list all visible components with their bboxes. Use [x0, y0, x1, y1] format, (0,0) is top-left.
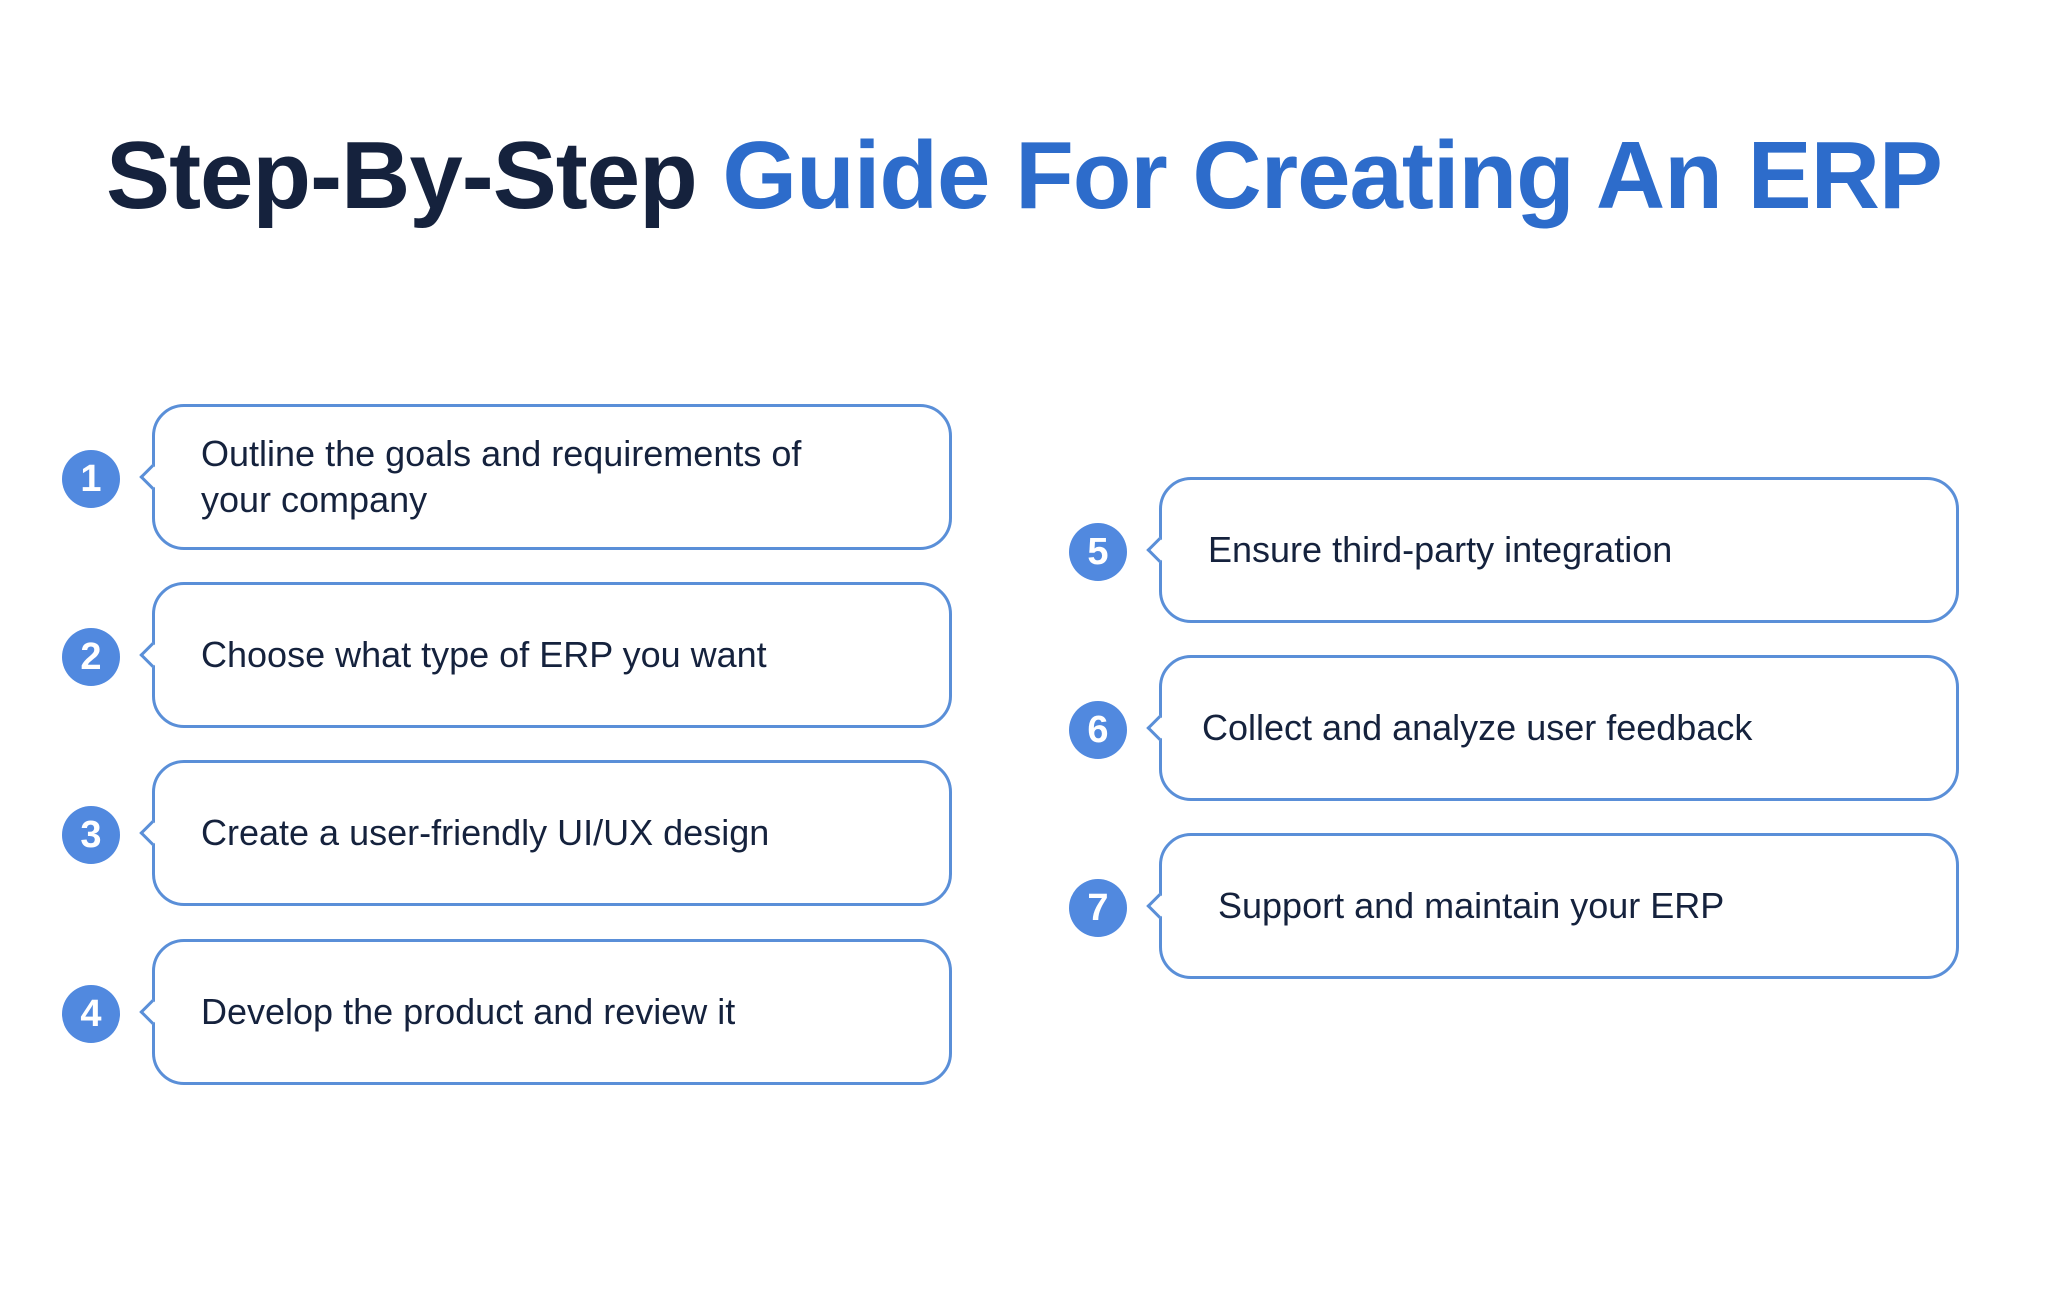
step-number-badge: 6 — [1069, 701, 1127, 759]
step-text: Support and maintain your ERP — [1218, 885, 1725, 926]
step-text: Outline the goals and requirements of yo… — [201, 433, 802, 520]
page-title: Step-By-Step Guide For Creating An ERP — [0, 128, 2048, 224]
step-box: Ensure third-party integration — [1146, 477, 1959, 623]
step-box: Choose what type of ERP you want — [139, 582, 952, 728]
step-number-badge: 7 — [1069, 879, 1127, 937]
step-text: Ensure third-party integration — [1208, 529, 1673, 570]
step-text: Develop the product and review it — [201, 991, 736, 1032]
step-number-badge: 5 — [1069, 523, 1127, 581]
step-number-badge: 2 — [62, 628, 120, 686]
callout-pointer — [139, 642, 165, 668]
callout-pointer — [139, 820, 165, 846]
step-box: Develop the product and review it — [139, 939, 952, 1085]
step-number-badge: 1 — [62, 450, 120, 508]
title-part-dark: Step-By-Step — [106, 122, 698, 229]
step-box: Collect and analyze user feedback — [1146, 655, 1959, 801]
step-text: Create a user-friendly UI/UX design — [201, 812, 770, 853]
callout-pointer — [139, 999, 165, 1025]
step-text: Choose what type of ERP you want — [201, 634, 767, 675]
step-box: Create a user-friendly UI/UX design — [139, 760, 952, 906]
step-number-badge: 3 — [62, 806, 120, 864]
callout-pointer — [139, 464, 165, 490]
step-text: Collect and analyze user feedback — [1202, 707, 1753, 748]
step-number-badge: 4 — [62, 985, 120, 1043]
callout-pointer — [1146, 715, 1172, 741]
step-box: Outline the goals and requirements of yo… — [139, 404, 952, 550]
callout-pointer — [1146, 537, 1172, 563]
title-part-accent: Guide For Creating An ERP — [722, 122, 1943, 229]
callout-pointer — [1146, 893, 1172, 919]
step-box: Support and maintain your ERP — [1146, 833, 1959, 979]
